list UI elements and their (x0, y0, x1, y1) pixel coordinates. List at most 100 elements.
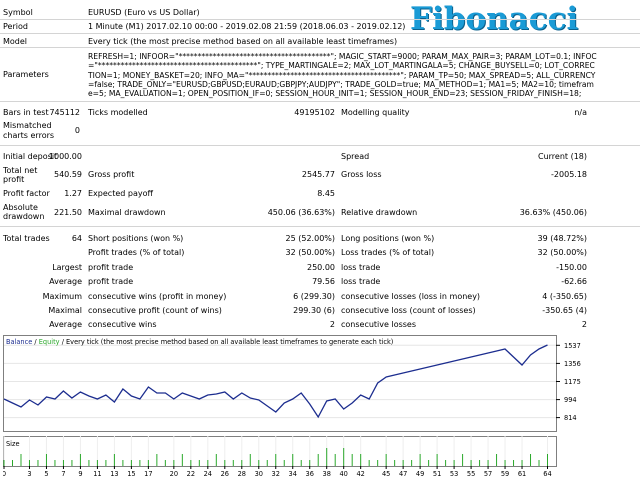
y-tick-label: 1356 (564, 360, 581, 368)
x-tick-label: 42 (356, 470, 364, 477)
pf-value: 1.27 (64, 189, 82, 198)
bars-value: 745112 (49, 108, 80, 117)
average-loss-label: loss trade (341, 277, 381, 286)
average-loss-value: -62.66 (561, 277, 587, 286)
x-tick-label: 59 (501, 470, 509, 477)
x-tick-label: 38 (323, 470, 331, 477)
reldd-value: 36.63% (450.06) (519, 208, 587, 217)
x-tick-label: 34 (289, 470, 297, 477)
legend-balance: Balance (6, 338, 32, 346)
absdd-value: 221.50 (54, 208, 82, 217)
x-tick-label: 45 (382, 470, 390, 477)
trades-value: 64 (71, 234, 82, 243)
period-value: 1 Minute (M1) 2017.02.10 00:00 - 2019.02… (88, 22, 406, 31)
ltrades-label: Loss trades (% of total) (341, 248, 435, 257)
maximal-consec-loss-label: consecutive loss (count of losses) (341, 306, 476, 315)
grossprofit-value: 2545.77 (301, 170, 335, 179)
divider (0, 226, 640, 227)
long-value: 39 (48.72%) (537, 234, 587, 243)
divider (0, 19, 640, 20)
spread-label: Spread (341, 152, 370, 161)
model-value: Every tick (the most precise method base… (88, 37, 398, 46)
max-consec-losses-label: consecutive losses (loss in money) (341, 292, 481, 301)
maximal-consec-profit-value: 299.30 (6) (293, 306, 335, 315)
divider (0, 33, 640, 34)
x-tick-label: 49 (416, 470, 424, 477)
avg-consec-losses-value: 2 (581, 320, 587, 329)
svg-text:Balance / Equity / Every tick: Balance / Equity / Every tick (the most … (6, 338, 393, 346)
avg-consec-wins-label: consecutive wins (88, 320, 157, 329)
x-tick-label: 17 (144, 470, 152, 477)
netprofit-label-2: profit (3, 175, 25, 184)
reldd-label: Relative drawdown (341, 208, 418, 217)
short-label: Short positions (won %) (88, 234, 184, 243)
netprofit-label: Total net (3, 166, 38, 175)
quality-value: n/a (574, 108, 587, 117)
spread-value: Current (18) (537, 152, 587, 161)
x-tick-label: 5 (44, 470, 48, 477)
grossloss-label: Gross loss (341, 170, 382, 179)
largest-loss-value: -150.00 (556, 263, 587, 272)
x-tick-label: 64 (543, 470, 551, 477)
ticks-label: Ticks modelled (88, 108, 148, 117)
netprofit-value: 540.59 (54, 170, 82, 179)
legend-rest: / Every tick (the most precise method ba… (60, 338, 394, 346)
x-tick-label: 9 (78, 470, 82, 477)
average2-label: Average (49, 320, 82, 329)
x-tick-label: 55 (467, 470, 475, 477)
maxdd-label: Maximal drawdown (88, 208, 166, 217)
x-tick-label: 36 (306, 470, 314, 477)
parameters-value: REFRESH=1; INFOOR="*********************… (88, 52, 597, 99)
deposit-value: 1000.00 (48, 152, 82, 161)
quality-label: Modelling quality (341, 108, 410, 117)
x-tick-label: 61 (518, 470, 526, 477)
divider (0, 47, 640, 48)
grossprofit-label: Gross profit (88, 170, 135, 179)
size-plot-frame (3, 436, 557, 467)
size-label: Size (6, 440, 20, 448)
short-value: 25 (52.00%) (285, 234, 335, 243)
x-tick-label: 20 (170, 470, 178, 477)
largest-label: Largest (52, 263, 82, 272)
ltrades-value: 32 (50.00%) (537, 248, 587, 257)
divider (0, 145, 640, 146)
ptrades-value: 32 (50.00%) (285, 248, 335, 257)
x-tick-label: 7 (61, 470, 65, 477)
balance-chart: Balance / Equity / Every tick (the most … (3, 335, 581, 477)
absdd-label-2: drawdown (3, 212, 45, 221)
x-tick-label: 32 (272, 470, 280, 477)
ticks-value: 49195102 (294, 108, 335, 117)
symbol-label: Symbol (3, 8, 33, 17)
absdd-label: Absolute (3, 203, 38, 212)
divider (0, 101, 640, 102)
y-tick-labels: 1537 1356 1175 994 814 (564, 342, 581, 422)
x-tick-label: 53 (450, 470, 458, 477)
avg-consec-losses-label: consecutive losses (341, 320, 417, 329)
x-tick-label: 47 (399, 470, 407, 477)
max-consec-wins-value: 6 (299.30) (293, 292, 335, 301)
parameters-label: Parameters (3, 70, 49, 79)
x-tick-label: 3 (27, 470, 31, 477)
grossloss-value: -2005.18 (551, 170, 587, 179)
maximal-label: Maximal (48, 306, 82, 315)
x-tick-label: 0 (3, 470, 6, 477)
long-label: Long positions (won %) (341, 234, 435, 243)
x-tick-label: 30 (255, 470, 263, 477)
average-profit-value: 79.56 (312, 277, 335, 286)
model-label: Model (3, 37, 28, 46)
max-consec-wins-label: consecutive wins (profit in money) (88, 292, 227, 301)
average-label: Average (49, 277, 82, 286)
x-tick-label: 28 (238, 470, 246, 477)
x-tick-label: 57 (484, 470, 492, 477)
x-tick-label: 24 (204, 470, 212, 477)
maximum-label: Maximum (42, 292, 82, 301)
mismatch-value: 0 (74, 126, 80, 135)
y-tick-label: 994 (564, 396, 577, 404)
period-label: Period (3, 22, 28, 31)
y-tick-label: 1175 (564, 378, 581, 386)
maximal-consec-loss-value: -350.65 (4) (542, 306, 587, 315)
max-consec-losses-value: 4 (-350.65) (542, 292, 587, 301)
x-tick-label: 51 (433, 470, 441, 477)
average-profit-label: profit trade (88, 277, 134, 286)
x-tick-label: 11 (93, 470, 101, 477)
